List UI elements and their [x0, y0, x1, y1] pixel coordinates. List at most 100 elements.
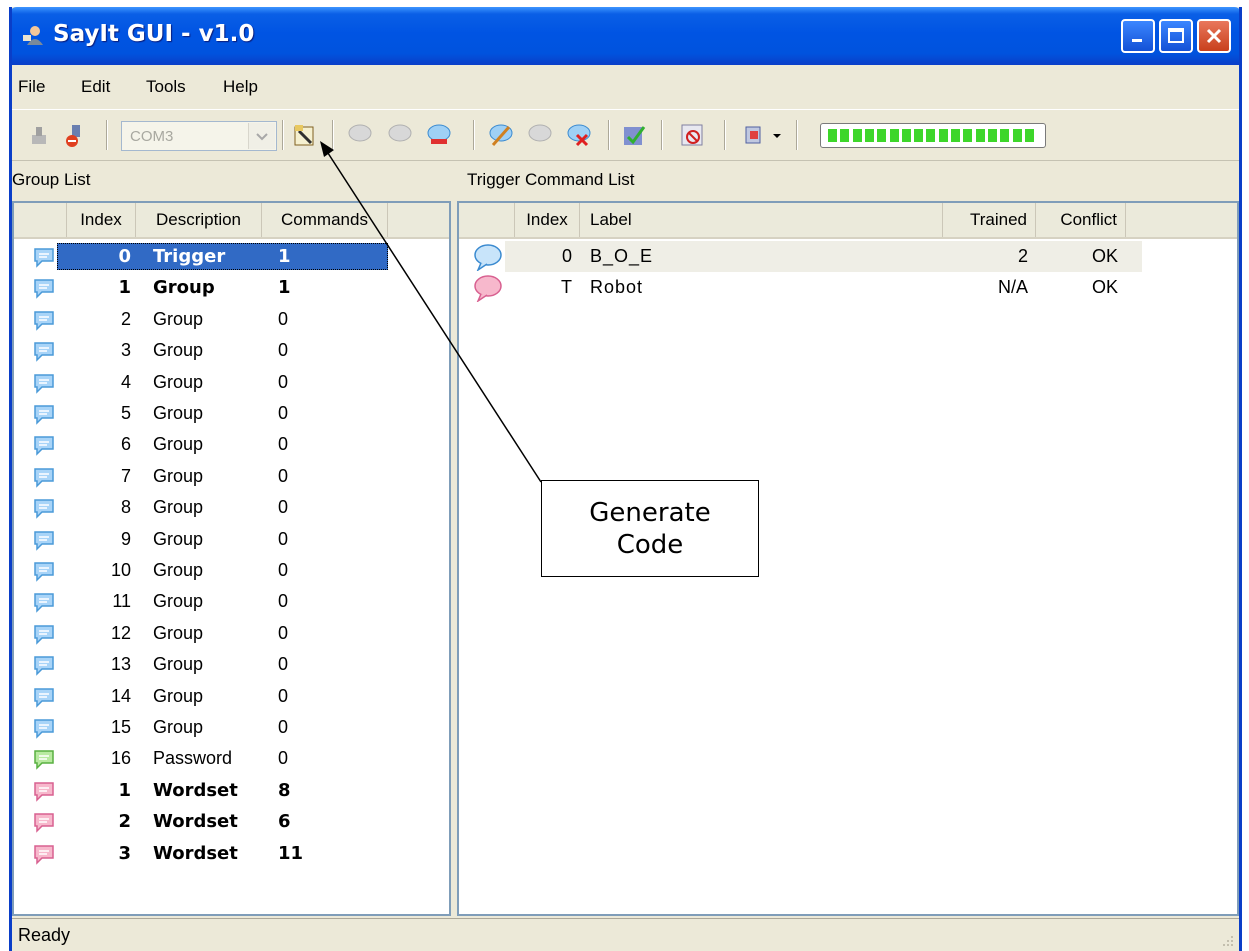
- maximize-button[interactable]: [1159, 19, 1193, 53]
- group-index: 9: [120, 528, 131, 549]
- port-dropdown-button[interactable]: [248, 123, 275, 149]
- toolbar-separator: [332, 120, 334, 150]
- app-window: SayIt GUI - v1.0 File Edit Tools Help CO…: [9, 7, 1242, 951]
- speech-bubble-icon: [34, 750, 54, 771]
- group-description: Group: [153, 465, 204, 486]
- resize-grip-icon[interactable]: [1221, 934, 1235, 948]
- group-index: 4: [120, 371, 131, 392]
- group-commands: 1: [278, 246, 291, 267]
- train-command-icon[interactable]: [526, 121, 554, 149]
- command-row[interactable]: 0 B_O_E 2 OK: [459, 241, 1237, 272]
- connect-icon[interactable]: [26, 121, 54, 149]
- group-row[interactable]: 1 Group 1: [14, 272, 449, 303]
- disconnect-icon[interactable]: [62, 121, 90, 149]
- chevron-down-icon[interactable]: [772, 132, 782, 140]
- generate-code-icon[interactable]: [291, 121, 319, 149]
- command-label: B_O_E: [590, 246, 654, 266]
- level-segment: [828, 129, 837, 142]
- title-bar[interactable]: SayIt GUI - v1.0: [12, 7, 1239, 65]
- group-row[interactable]: 3 Wordset 11: [14, 838, 449, 869]
- group-row[interactable]: 13 Group 0: [14, 649, 449, 680]
- command-row[interactable]: T Robot N/A OK: [459, 272, 1237, 303]
- column-header-trained[interactable]: Trained: [943, 203, 1036, 237]
- speech-bubble-icon: [34, 436, 54, 457]
- command-conflict: OK: [1091, 246, 1118, 266]
- group-index: 7: [120, 465, 131, 486]
- column-header-conflict[interactable]: Conflict: [1036, 203, 1126, 237]
- group-commands: 8: [278, 779, 291, 801]
- group-commands: 0: [278, 434, 289, 455]
- group-row[interactable]: 0 Trigger 1: [14, 241, 449, 272]
- column-header-commands[interactable]: Commands: [262, 203, 388, 237]
- speech-bubble-icon: [34, 530, 54, 551]
- edit-command-icon[interactable]: [487, 121, 515, 149]
- speech-bubble-icon: [34, 342, 54, 362]
- delete-command-icon[interactable]: [565, 121, 593, 149]
- speech-bubble-icon: [34, 593, 54, 614]
- speech-bubble-icon: [34, 656, 54, 676]
- add-command-icon[interactable]: [346, 121, 374, 149]
- level-segment: [901, 129, 911, 142]
- group-description: Group: [153, 717, 204, 737]
- group-row[interactable]: 11 Group 0: [14, 586, 449, 617]
- menu-edit[interactable]: Edit: [81, 77, 110, 97]
- group-row[interactable]: 7 Group 0: [14, 461, 449, 492]
- column-header-description[interactable]: Description: [136, 203, 262, 237]
- speech-bubble-icon: [34, 279, 54, 300]
- group-description: Group: [153, 340, 204, 361]
- group-row[interactable]: 3 Group 0: [14, 335, 449, 366]
- group-description: Password: [153, 748, 233, 769]
- verify-icon[interactable]: [620, 121, 648, 149]
- speech-bubble-icon: [34, 248, 54, 268]
- minimize-button[interactable]: [1121, 19, 1155, 53]
- group-row[interactable]: 8 Group 0: [14, 492, 449, 523]
- column-header-index[interactable]: Index: [67, 203, 136, 237]
- group-description: Group: [153, 308, 204, 329]
- group-index: 3: [118, 842, 131, 864]
- group-row[interactable]: 10 Group 0: [14, 555, 449, 586]
- speech-bubble-icon: [34, 844, 54, 865]
- group-row[interactable]: 12 Group 0: [14, 618, 449, 649]
- group-description: Wordset: [153, 811, 238, 833]
- group-description: Trigger: [153, 246, 226, 267]
- group-list: Index Description Commands 0 Trigger 1 1 Gro…: [12, 201, 451, 916]
- group-row[interactable]: 2 Wordset 6: [14, 806, 449, 837]
- port-select[interactable]: COM3: [121, 121, 277, 151]
- remove-command-icon[interactable]: [425, 121, 453, 149]
- level-segment: [951, 129, 960, 142]
- group-commands: 0: [278, 308, 289, 329]
- level-segment: [1024, 129, 1034, 142]
- menu-tools[interactable]: Tools: [146, 77, 186, 97]
- chevron-down-icon: [256, 133, 268, 141]
- column-header-label[interactable]: Label: [580, 203, 943, 237]
- group-row[interactable]: 1 Wordset 8: [14, 775, 449, 806]
- group-commands: 0: [278, 371, 289, 392]
- level-segment: [914, 129, 924, 142]
- group-row[interactable]: 4 Group 0: [14, 367, 449, 398]
- command-trained: 2: [1017, 246, 1028, 266]
- group-row[interactable]: 5 Group 0: [14, 398, 449, 429]
- group-list-title: Group List: [12, 170, 91, 189]
- settings-menu-icon[interactable]: [742, 121, 770, 149]
- group-index: 3: [120, 340, 131, 361]
- insert-command-icon[interactable]: [386, 121, 414, 149]
- level-segment: [926, 129, 936, 142]
- menu-help[interactable]: Help: [223, 77, 258, 97]
- column-header-index[interactable]: Index: [515, 203, 580, 237]
- stop-icon[interactable]: [678, 121, 706, 149]
- group-description: Group: [153, 622, 204, 643]
- group-row[interactable]: 6 Group 0: [14, 429, 449, 460]
- column-header-icon: [459, 203, 515, 237]
- group-description: Group: [153, 403, 204, 423]
- group-row[interactable]: 15 Group 0: [14, 712, 449, 743]
- group-row[interactable]: 14 Group 0: [14, 681, 449, 712]
- group-row[interactable]: 9 Group 0: [14, 524, 449, 555]
- close-button[interactable]: [1197, 19, 1231, 53]
- menu-file[interactable]: File: [18, 77, 45, 97]
- group-row[interactable]: 2 Group 0: [14, 304, 449, 335]
- group-commands: 0: [278, 340, 289, 361]
- level-segment: [864, 129, 874, 142]
- toolbar-separator: [473, 120, 475, 150]
- minimize-icon: [1132, 39, 1142, 42]
- group-row[interactable]: 16 Password 0: [14, 743, 449, 774]
